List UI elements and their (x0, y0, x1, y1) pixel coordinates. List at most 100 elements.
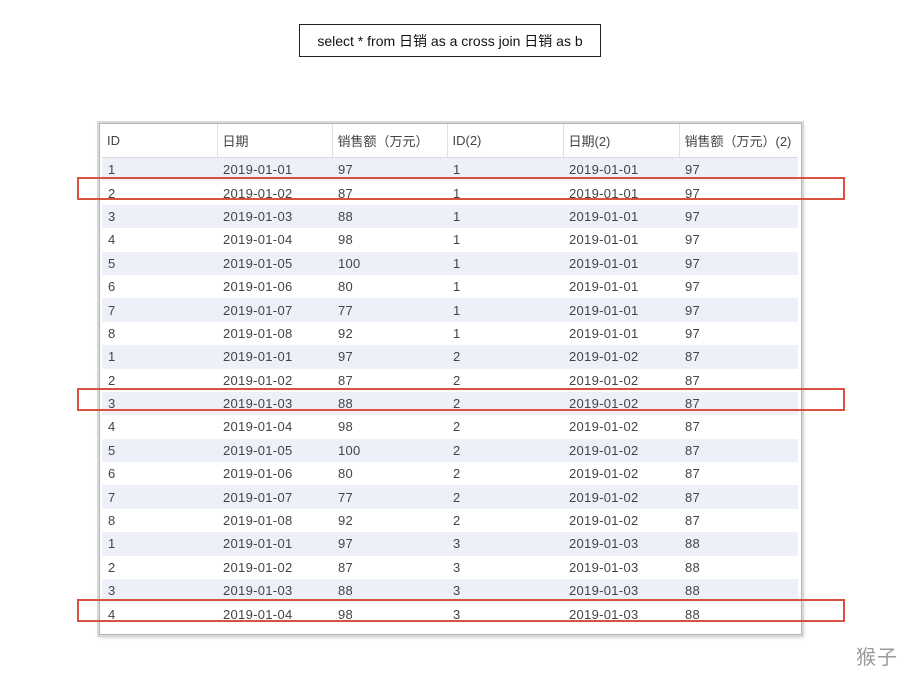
table-row[interactable]: 1 2019-01-01 97 1 2019-01-01 97 (102, 157, 798, 182)
table-cell[interactable]: 1 (102, 345, 217, 369)
table-row[interactable]: 5 2019-01-05 100 1 2019-01-01 97 (102, 251, 798, 275)
column-header-sales-2[interactable]: 销售额（万元）(2) (678, 124, 798, 158)
table-cell[interactable]: 88 (679, 579, 798, 603)
table-cell[interactable]: 2019-01-06 (217, 274, 332, 299)
table-cell[interactable]: 97 (679, 181, 798, 205)
table-cell[interactable]: 2019-01-02 (563, 508, 679, 533)
table-cell[interactable]: 2019-01-04 (217, 602, 332, 626)
table-cell[interactable]: 3 (447, 555, 563, 580)
table-cell[interactable]: 80 (332, 462, 447, 486)
table-cell[interactable]: 97 (332, 157, 447, 182)
table-cell[interactable]: 2019-01-02 (217, 555, 332, 580)
table-cell[interactable]: 2 (447, 438, 563, 463)
table-row[interactable]: 7 2019-01-07 77 1 2019-01-01 97 (102, 298, 798, 322)
result-grid[interactable]: ID 日期 销售额（万元） ID(2) 日期(2) 销售额（万元）(2) 1 20… (99, 123, 802, 635)
table-cell[interactable]: 87 (679, 462, 798, 486)
table-cell[interactable]: 87 (679, 438, 798, 463)
table-cell[interactable]: 2019-01-04 (217, 228, 332, 252)
table-cell[interactable]: 3 (102, 204, 217, 229)
table-cell[interactable]: 2019-01-06 (217, 462, 332, 486)
table-cell[interactable]: 80 (332, 274, 447, 299)
table-cell[interactable]: 5 (102, 438, 217, 463)
table-cell[interactable]: 97 (679, 298, 798, 322)
table-cell[interactable]: 2019-01-07 (217, 298, 332, 322)
table-cell[interactable]: 1 (447, 274, 563, 299)
table-cell[interactable]: 97 (679, 228, 798, 252)
table-cell[interactable]: 2019-01-07 (217, 485, 332, 509)
table-cell[interactable]: 97 (679, 321, 798, 346)
table-cell[interactable]: 2019-01-08 (217, 321, 332, 346)
table-cell[interactable]: 2019-01-02 (563, 391, 679, 416)
table-cell[interactable]: 87 (679, 508, 798, 533)
table-cell[interactable]: 2 (447, 415, 563, 439)
table-cell[interactable]: 6 (102, 274, 217, 299)
table-cell[interactable]: 87 (332, 181, 447, 205)
table-cell[interactable]: 4 (102, 228, 217, 252)
table-cell[interactable]: 2019-01-01 (563, 274, 679, 299)
table-row[interactable]: 4 2019-01-04 98 1 2019-01-01 97 (102, 228, 798, 252)
table-cell[interactable]: 2 (447, 345, 563, 369)
table-cell[interactable]: 97 (679, 251, 798, 275)
table-cell[interactable]: 2 (447, 368, 563, 392)
table-cell[interactable]: 2019-01-03 (563, 579, 679, 603)
table-cell[interactable]: 2019-01-02 (563, 438, 679, 463)
table-row[interactable]: 8 2019-01-08 92 2 2019-01-02 87 (102, 508, 798, 533)
table-cell[interactable]: 2 (102, 368, 217, 392)
column-header-id-2[interactable]: ID(2) (446, 124, 563, 158)
table-cell[interactable]: 4 (102, 602, 217, 626)
table-row[interactable]: 6 2019-01-06 80 2 2019-01-02 87 (102, 462, 798, 486)
table-cell[interactable]: 1 (447, 228, 563, 252)
table-cell[interactable]: 2019-01-04 (217, 415, 332, 439)
table-cell[interactable]: 2019-01-01 (217, 532, 332, 556)
table-row[interactable]: 3 2019-01-03 88 2 2019-01-02 87 (102, 391, 798, 416)
table-cell[interactable]: 2019-01-02 (563, 415, 679, 439)
table-cell[interactable]: 2019-01-01 (563, 298, 679, 322)
table-cell[interactable]: 2019-01-03 (563, 602, 679, 626)
table-cell[interactable]: 2019-01-03 (563, 555, 679, 580)
table-cell[interactable]: 2019-01-01 (563, 321, 679, 346)
table-cell[interactable]: 2019-01-03 (217, 204, 332, 229)
table-cell[interactable]: 1 (447, 321, 563, 346)
table-cell[interactable]: 8 (102, 508, 217, 533)
column-header-date[interactable]: 日期 (216, 124, 332, 158)
table-cell[interactable]: 88 (332, 391, 447, 416)
table-cell[interactable]: 5 (102, 251, 217, 275)
table-cell[interactable]: 100 (332, 251, 447, 275)
table-cell[interactable]: 2019-01-05 (217, 438, 332, 463)
table-cell[interactable]: 87 (679, 485, 798, 509)
table-cell[interactable]: 98 (332, 602, 447, 626)
table-row[interactable]: 4 2019-01-04 98 2 2019-01-02 87 (102, 415, 798, 439)
table-cell[interactable]: 3 (447, 532, 563, 556)
table-cell[interactable]: 2019-01-03 (217, 579, 332, 603)
table-cell[interactable]: 4 (102, 415, 217, 439)
table-cell[interactable]: 88 (332, 579, 447, 603)
column-header-sales[interactable]: 销售额（万元） (331, 124, 447, 158)
table-cell[interactable]: 2 (447, 462, 563, 486)
table-cell[interactable]: 2019-01-01 (563, 228, 679, 252)
table-row[interactable]: 1 2019-01-01 97 2 2019-01-02 87 (102, 345, 798, 369)
table-row[interactable]: 2 2019-01-02 87 2 2019-01-02 87 (102, 368, 798, 392)
table-cell[interactable]: 77 (332, 298, 447, 322)
table-cell[interactable]: 97 (679, 157, 798, 182)
table-cell[interactable]: 100 (332, 438, 447, 463)
table-cell[interactable]: 87 (332, 368, 447, 392)
table-cell[interactable]: 6 (102, 462, 217, 486)
table-cell[interactable]: 88 (332, 204, 447, 229)
table-cell[interactable]: 2019-01-03 (217, 391, 332, 416)
table-cell[interactable]: 2 (447, 508, 563, 533)
table-cell[interactable]: 2019-01-02 (563, 485, 679, 509)
table-cell[interactable]: 7 (102, 298, 217, 322)
table-cell[interactable]: 1 (447, 298, 563, 322)
table-cell[interactable]: 97 (332, 345, 447, 369)
table-row[interactable]: 7 2019-01-07 77 2 2019-01-02 87 (102, 485, 798, 509)
table-cell[interactable]: 2019-01-02 (217, 181, 332, 205)
table-cell[interactable]: 77 (332, 485, 447, 509)
table-cell[interactable]: 97 (679, 204, 798, 229)
table-cell[interactable]: 98 (332, 415, 447, 439)
table-row[interactable]: 2 2019-01-02 87 3 2019-01-03 88 (102, 555, 798, 580)
table-cell[interactable]: 2019-01-01 (563, 181, 679, 205)
table-cell[interactable]: 3 (447, 602, 563, 626)
table-cell[interactable]: 87 (332, 555, 447, 580)
table-cell[interactable]: 3 (447, 579, 563, 603)
table-row[interactable]: 3 2019-01-03 88 3 2019-01-03 88 (102, 579, 798, 603)
